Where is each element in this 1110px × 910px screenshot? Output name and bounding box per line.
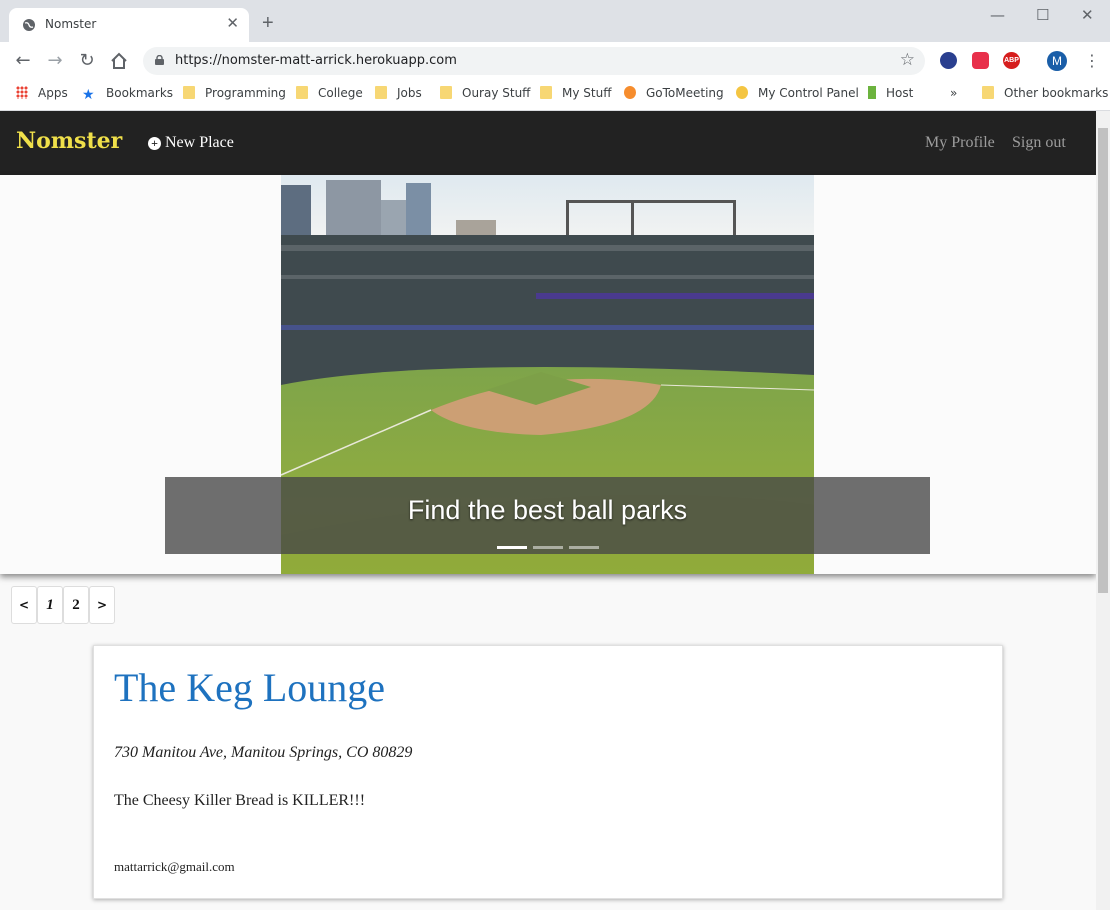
browser-toolbar: ← → ↻ https://nomster-matt-arrick.heroku… xyxy=(0,42,1110,80)
flag-extension-icon[interactable] xyxy=(940,52,957,69)
browser-tab[interactable]: Nomster ✕ xyxy=(9,8,249,42)
bookmark-apps[interactable]: Apps xyxy=(16,86,68,104)
new-place-link[interactable]: + New Place xyxy=(148,134,234,152)
bookmark-host[interactable]: Host xyxy=(868,86,913,104)
lastpass-extension-icon[interactable] xyxy=(972,52,989,69)
bookmark-my-stuff[interactable]: My Stuff xyxy=(540,86,611,104)
close-tab-icon[interactable]: ✕ xyxy=(226,15,239,33)
folder-icon xyxy=(296,86,308,99)
host-icon xyxy=(868,86,876,99)
sign-out-link[interactable]: Sign out xyxy=(1012,134,1066,152)
folder-icon xyxy=(982,86,994,99)
back-icon[interactable]: ← xyxy=(12,50,34,72)
carousel-caption: Find the best ball parks xyxy=(407,495,688,525)
bookmark-college[interactable]: College xyxy=(296,86,363,104)
carousel-indicator-3[interactable] xyxy=(569,546,599,549)
place-user-email: mattarrick@gmail.com xyxy=(114,859,235,874)
folder-icon xyxy=(440,86,452,99)
place-card: The Keg Lounge 730 Manitou Ave, Manitou … xyxy=(93,645,1003,899)
control-panel-icon xyxy=(736,86,748,99)
lock-icon xyxy=(155,55,164,65)
bookmark-star-icon[interactable]: ☆ xyxy=(900,50,915,70)
apps-grid-icon xyxy=(16,86,28,99)
folder-icon xyxy=(375,86,387,99)
new-tab-icon[interactable]: + xyxy=(262,13,274,33)
close-window-icon[interactable]: ✕ xyxy=(1081,6,1094,24)
address-bar[interactable]: https://nomster-matt-arrick.herokuapp.co… xyxy=(143,47,925,75)
bookmark-other-bookmarks[interactable]: Other bookmarks xyxy=(982,86,1108,104)
page-viewport: Nomster +New Place My Profile Sign out xyxy=(0,111,1096,910)
my-profile-link[interactable]: My Profile xyxy=(925,134,995,152)
place-name-link[interactable]: The Keg Lounge xyxy=(114,664,385,711)
carousel-caption-box: Find the best ball parks xyxy=(165,477,930,554)
profile-avatar[interactable]: M xyxy=(1047,51,1067,71)
reload-icon[interactable]: ↻ xyxy=(76,50,98,72)
previous-page-button[interactable]: < xyxy=(11,586,37,624)
page-2-button[interactable]: 2 xyxy=(63,586,89,624)
gotomeeting-icon xyxy=(624,86,636,99)
browser-tab-strip: Nomster ✕ + — ☐ ✕ xyxy=(0,0,1110,42)
plus-circle-icon: + xyxy=(148,137,161,150)
carousel: Find the best ball parks xyxy=(0,175,1096,574)
carousel-indicator-1[interactable] xyxy=(497,546,527,549)
page-1-button[interactable]: 1 xyxy=(37,586,63,624)
url-text: https://nomster-matt-arrick.herokuapp.co… xyxy=(175,53,457,68)
bookmark-bookmarks[interactable]: ★ Bookmarks xyxy=(82,86,173,104)
folder-icon xyxy=(540,86,552,99)
bookmark-gotomeeting[interactable]: GoToMeeting xyxy=(624,86,724,104)
bookmark-ouray-stuff[interactable]: Ouray Stuff xyxy=(440,86,530,104)
home-icon[interactable] xyxy=(108,50,130,72)
maximize-icon[interactable]: ☐ xyxy=(1036,6,1049,24)
bookmark-programming[interactable]: Programming xyxy=(183,86,286,104)
folder-icon xyxy=(183,86,195,99)
minimize-icon[interactable]: — xyxy=(990,6,1005,24)
place-address: 730 Manitou Ave, Manitou Springs, CO 808… xyxy=(114,744,413,761)
browser-menu-icon[interactable]: ⋮ xyxy=(1084,51,1100,70)
next-page-button[interactable]: > xyxy=(89,586,115,624)
scrollbar-thumb[interactable] xyxy=(1098,128,1108,593)
bookmarks-bar: Apps ★ Bookmarks Programming College Jobs… xyxy=(0,80,1110,111)
more-bookmarks-icon[interactable]: » xyxy=(950,86,957,104)
bookmark-jobs[interactable]: Jobs xyxy=(375,86,422,104)
brand-logo[interactable]: Nomster xyxy=(16,128,122,154)
adblock-extension-icon[interactable]: ABP xyxy=(1003,52,1020,69)
globe-icon xyxy=(23,19,35,31)
star-icon: ★ xyxy=(82,87,95,103)
place-description: The Cheesy Killer Bread is KILLER!!! xyxy=(114,792,366,809)
carousel-indicator-2[interactable] xyxy=(533,546,563,549)
tab-title: Nomster xyxy=(45,17,97,31)
site-navbar: Nomster + New Place My Profile Sign out xyxy=(0,111,1096,175)
forward-icon[interactable]: → xyxy=(44,50,66,72)
bookmark-my-control-panel[interactable]: My Control Panel xyxy=(736,86,859,104)
